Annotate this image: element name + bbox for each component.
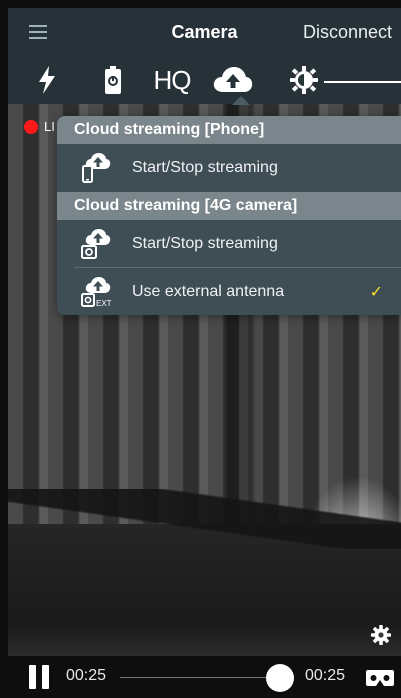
phone-cloud-upload-icon	[80, 153, 112, 183]
menu-item-label: Use external antenna	[132, 283, 285, 300]
camera-start-stop-streaming[interactable]: Start/Stop streaming	[57, 220, 401, 268]
menu-item-label: Start/Stop streaming	[132, 159, 278, 176]
live-indicator: LI	[24, 119, 55, 134]
playback-thumb[interactable]	[266, 664, 294, 692]
menu-item-label: Start/Stop streaming	[132, 235, 278, 252]
use-external-antenna[interactable]: EXT Use external antenna ✓	[57, 268, 401, 315]
vr-headset-icon[interactable]	[366, 670, 394, 686]
playback-bar: 00:25 00:25	[8, 656, 401, 698]
ext-label: EXT	[96, 299, 112, 307]
section-header-4g-camera: Cloud streaming [4G camera]	[57, 192, 401, 220]
section-header-phone: Cloud streaming [Phone]	[57, 116, 401, 144]
current-time: 00:25	[66, 667, 107, 684]
disconnect-button[interactable]: Disconnect	[303, 22, 392, 43]
live-dot-icon	[24, 119, 38, 134]
battery-icon[interactable]	[104, 64, 122, 96]
feed-edge	[8, 489, 401, 549]
top-nav-bar: Camera Disconnect	[8, 8, 401, 56]
cloud-upload-icon[interactable]	[213, 64, 253, 96]
playback-track[interactable]	[120, 677, 280, 678]
camera-toolbar: HQ	[8, 56, 401, 105]
brightness-slider[interactable]	[324, 81, 401, 83]
hq-quality-button[interactable]: HQ	[152, 64, 192, 96]
brightness-icon[interactable]	[288, 64, 320, 96]
camera-cloud-upload-icon	[80, 229, 112, 259]
checkmark-icon: ✓	[369, 284, 383, 301]
pause-icon[interactable]	[29, 665, 51, 689]
cloud-streaming-menu: Cloud streaming [Phone] Start/Stop strea…	[57, 116, 401, 315]
total-time: 00:25	[305, 667, 346, 684]
settings-gear-icon[interactable]	[371, 625, 391, 645]
phone-start-stop-streaming[interactable]: Start/Stop streaming	[57, 144, 401, 192]
flash-icon[interactable]	[36, 64, 58, 96]
camera-ext-cloud-upload-icon: EXT	[80, 277, 112, 308]
live-label: LI	[44, 119, 55, 134]
dropdown-pointer	[232, 96, 250, 105]
